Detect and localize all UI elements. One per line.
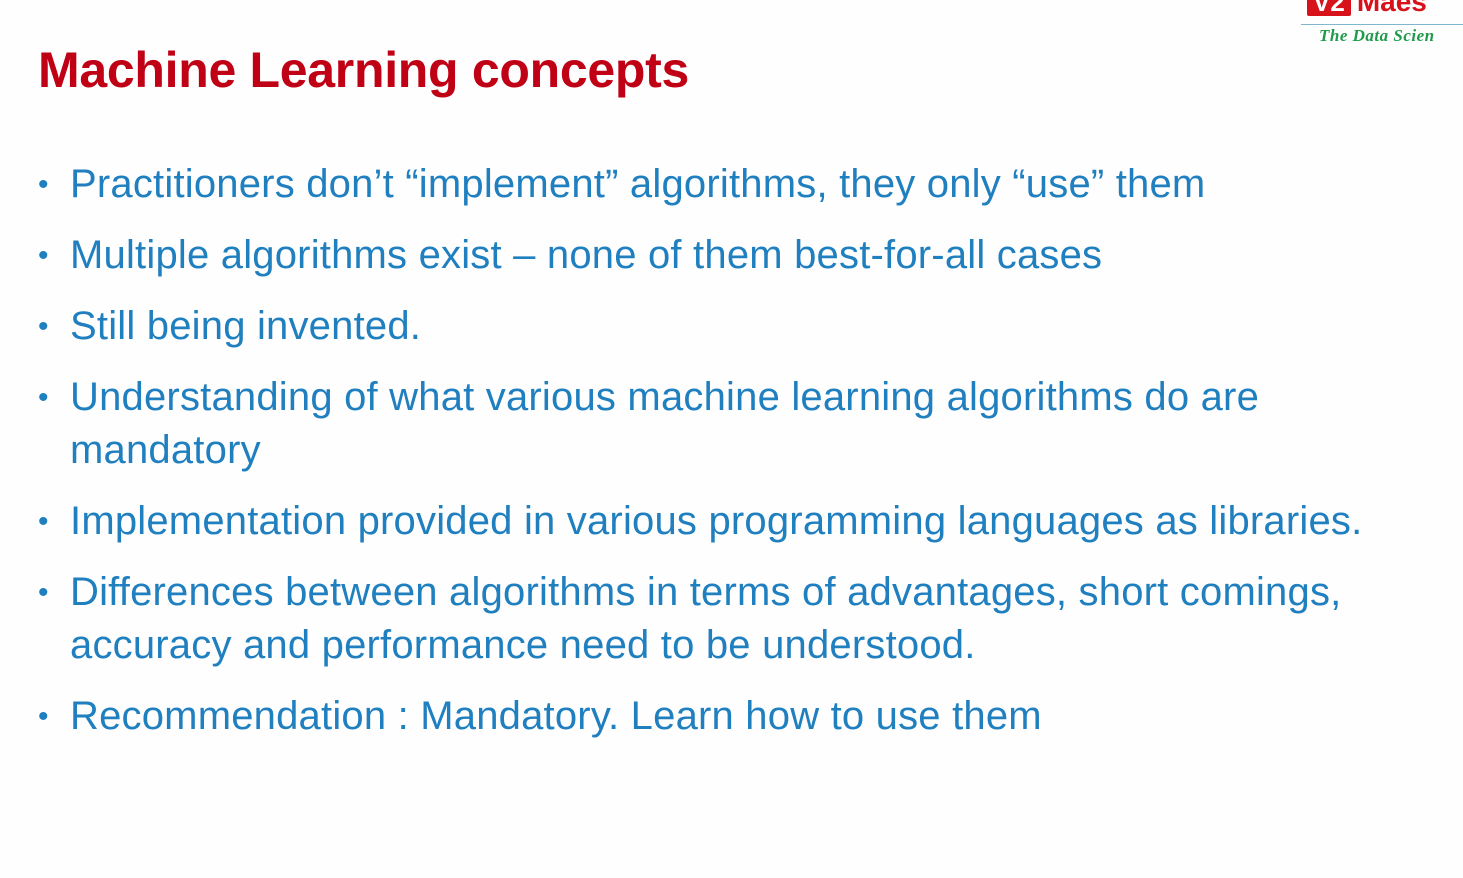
bullet-dot-icon: •: [38, 576, 49, 609]
brand-logo: V2 Maes The Data Scien: [1301, 0, 1463, 52]
bullet-item: • Practitioners don’t “implement” algori…: [38, 158, 1438, 211]
logo-badge: V2: [1307, 0, 1351, 16]
bullet-dot-icon: •: [38, 239, 49, 272]
bullet-dot-icon: •: [38, 505, 49, 538]
bullet-item: • Recommendation : Mandatory. Learn how …: [38, 690, 1438, 743]
bullet-text: Practitioners don’t “implement” algorith…: [70, 162, 1206, 206]
bullet-list: • Practitioners don’t “implement” algori…: [38, 158, 1438, 761]
bullet-item: • Understanding of what various machine …: [38, 371, 1438, 477]
bullet-text: Recommendation : Mandatory. Learn how to…: [70, 694, 1042, 738]
bullet-dot-icon: •: [38, 310, 49, 343]
bullet-dot-icon: •: [38, 700, 49, 733]
bullet-text: Understanding of what various machine le…: [70, 375, 1260, 472]
logo-wordmark: Maes: [1356, 0, 1427, 17]
bullet-text: Implementation provided in various progr…: [70, 499, 1363, 543]
logo-tagline: The Data Scien: [1319, 26, 1435, 45]
bullet-text: Still being invented.: [70, 304, 422, 348]
bullet-item: • Multiple algorithms exist – none of th…: [38, 229, 1438, 282]
bullet-item: • Still being invented.: [38, 300, 1438, 353]
bullet-dot-icon: •: [38, 381, 49, 414]
logo-divider: [1301, 24, 1463, 25]
slide: V2 Maes The Data Scien Machine Learning …: [0, 0, 1463, 878]
bullet-item: • Differences between algorithms in term…: [38, 566, 1438, 672]
slide-title: Machine Learning concepts: [38, 42, 689, 98]
bullet-item: • Implementation provided in various pro…: [38, 495, 1438, 548]
bullet-dot-icon: •: [38, 168, 49, 201]
bullet-text: Differences between algorithms in terms …: [70, 570, 1342, 667]
logo-mark: V2 Maes: [1307, 0, 1427, 16]
bullet-text: Multiple algorithms exist – none of them…: [70, 233, 1103, 277]
